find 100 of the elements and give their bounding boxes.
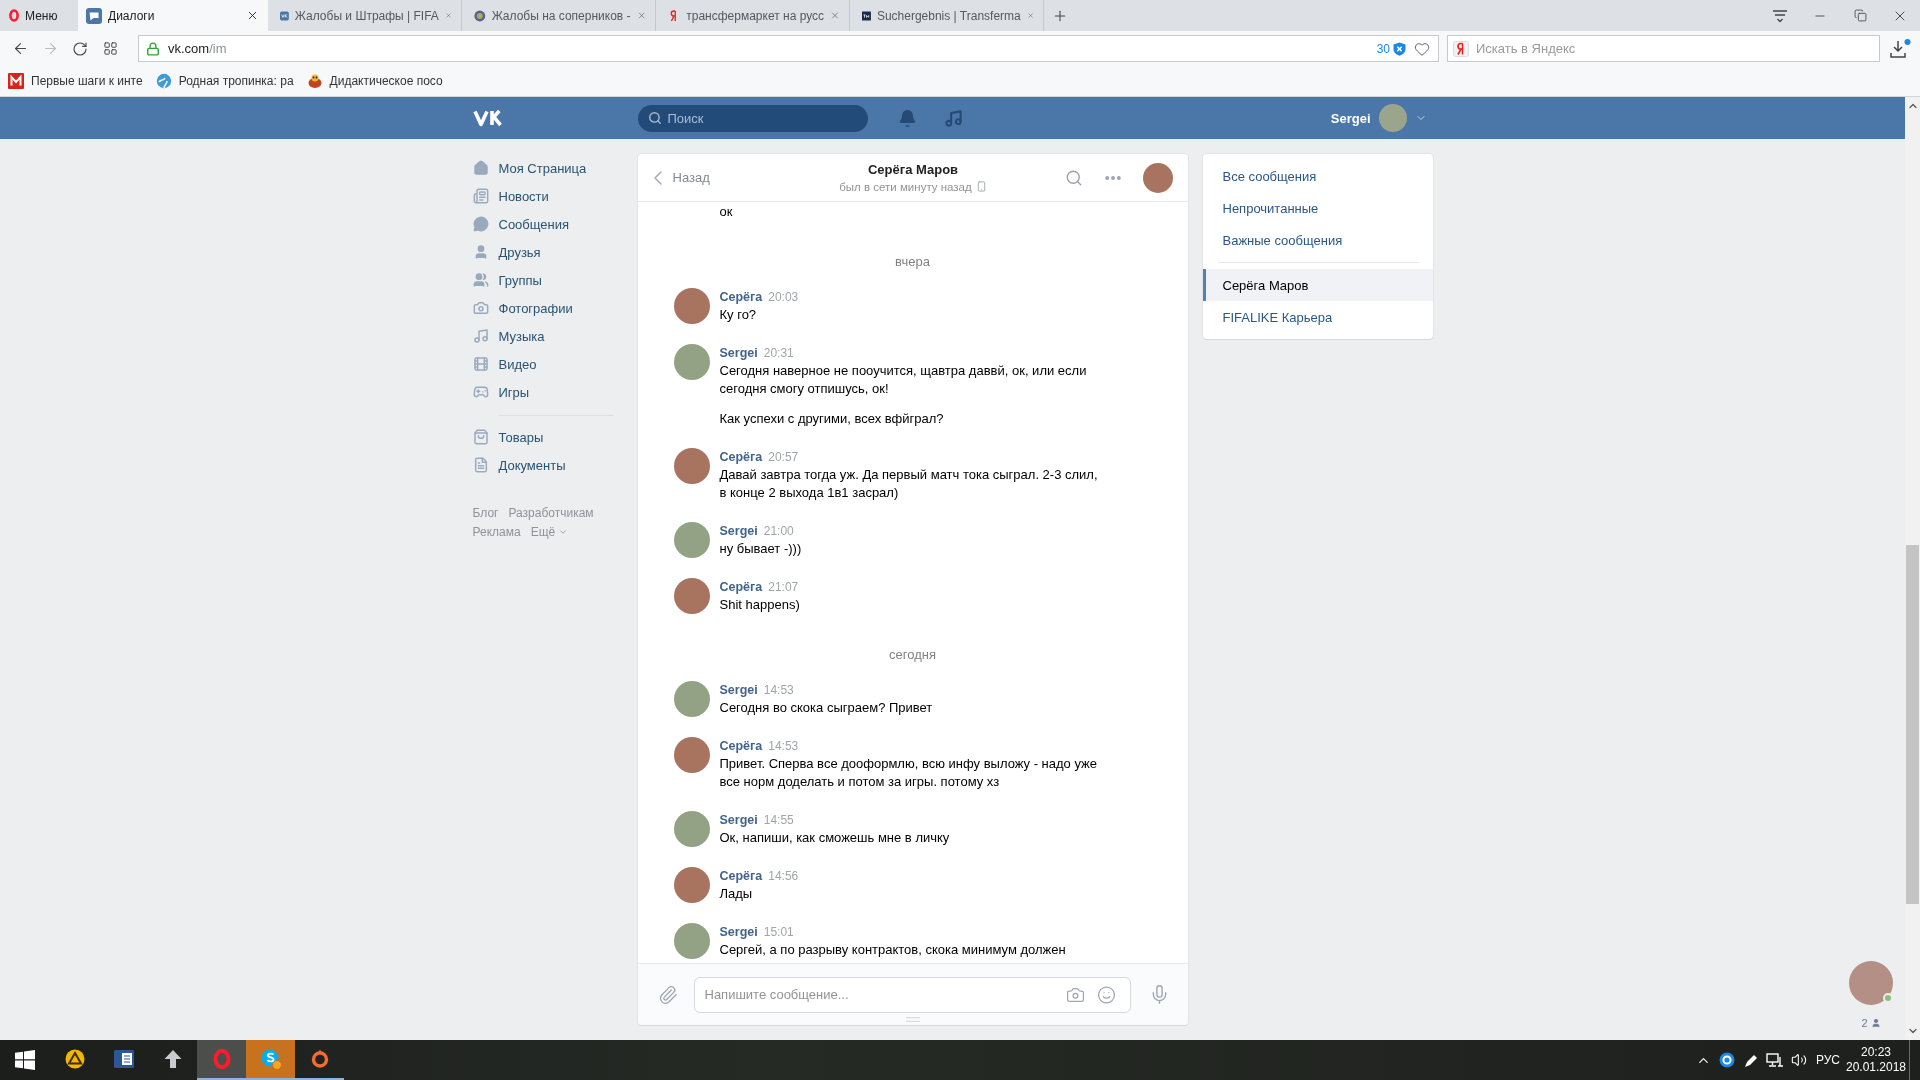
bell-icon[interactable] <box>897 108 917 128</box>
paperclip-icon[interactable] <box>657 984 678 1005</box>
sidebar-item[interactable]: Фотографии <box>472 294 623 322</box>
language-indicator[interactable]: РУС <box>1811 1053 1845 1067</box>
message-text: Сегодня во скока сыграем? Привет <box>719 699 933 717</box>
author-name[interactable]: Sergei <box>719 811 758 829</box>
conversation-item[interactable]: Серёга Маров <box>1202 269 1433 301</box>
conversation-item[interactable]: FIFALIKE Карьера <box>1202 301 1433 333</box>
browser-tab[interactable]: Диалоги <box>78 0 268 31</box>
message-time: 14:55 <box>763 812 794 829</box>
reload-icon[interactable] <box>72 40 88 57</box>
message-text: ок <box>719 203 733 221</box>
bookmark[interactable]: Родная тропинка: ра <box>155 73 294 89</box>
date-divider: вчера <box>895 253 930 271</box>
chevron-down-icon <box>558 527 569 537</box>
user-menu-button[interactable]: Sergei <box>1330 104 1427 132</box>
avatar[interactable] <box>673 448 710 484</box>
author-name[interactable]: Sergei <box>719 681 758 699</box>
sidebar-item[interactable]: Моя Страница <box>472 154 623 182</box>
favicon-icon <box>155 73 172 89</box>
resize-handle-icon[interactable] <box>905 1017 920 1022</box>
author-name[interactable]: Серёга <box>719 578 763 596</box>
start-icon[interactable] <box>15 1050 35 1070</box>
author-name[interactable]: Серёга <box>719 737 763 755</box>
avatar[interactable] <box>673 867 710 903</box>
author-name[interactable]: Sergei <box>719 522 758 540</box>
taskbar-button[interactable] <box>197 1040 246 1080</box>
author-name[interactable]: Sergei <box>719 344 758 362</box>
author-name[interactable]: Серёга <box>719 867 763 885</box>
camera-icon[interactable] <box>1065 985 1085 1004</box>
sidebar-item[interactable]: Музыка <box>472 322 623 350</box>
grid-icon[interactable] <box>102 41 118 56</box>
contact-avatar[interactable] <box>1142 162 1173 193</box>
bookmark[interactable]: Первые шаги к инте <box>8 73 143 89</box>
avatar[interactable] <box>673 522 710 558</box>
scrollbar-thumb[interactable] <box>1906 545 1919 904</box>
camera-icon <box>472 300 489 316</box>
search-icon <box>647 111 662 125</box>
avatar[interactable] <box>673 737 710 773</box>
avatar[interactable] <box>673 288 710 324</box>
music-note-icon <box>472 328 489 344</box>
message-time: 20:31 <box>763 345 794 362</box>
chevron-left-icon <box>653 170 662 185</box>
avatar[interactable] <box>673 811 710 847</box>
message-time: 15:01 <box>763 924 794 941</box>
author-name[interactable]: Серёга <box>719 448 763 466</box>
favicon-icon <box>1453 40 1469 57</box>
document-icon <box>472 457 489 473</box>
restore-icon[interactable] <box>1853 9 1867 22</box>
sidebar-item[interactable]: Игры <box>472 378 623 406</box>
sidebar-item[interactable]: Новости <box>472 182 623 210</box>
avatar[interactable] <box>673 344 710 380</box>
ad-block-button[interactable]: 30 <box>1376 41 1406 56</box>
message-time: 21:00 <box>763 523 794 540</box>
sidebar-item[interactable]: Товары <box>472 423 623 451</box>
filter-item[interactable]: Непрочитанные <box>1202 192 1433 224</box>
back-button[interactable]: Назад <box>653 170 710 185</box>
url-text[interactable]: vk.com/im <box>168 41 1369 56</box>
avatar[interactable] <box>673 578 710 614</box>
sidebar-item[interactable]: Видео <box>472 350 623 378</box>
download-icon[interactable] <box>1889 38 1911 59</box>
message-text: Shit happens) <box>719 596 800 614</box>
sidebar-item[interactable]: Сообщения <box>472 210 623 238</box>
scrollbar[interactable] <box>1905 97 1920 1040</box>
message-field[interactable]: Напишите сообщение... <box>693 976 1131 1013</box>
chat-title[interactable]: Серёга Маров <box>867 161 959 178</box>
message-time: 21:07 <box>768 579 799 596</box>
sidebar-item[interactable]: Группы <box>472 266 623 294</box>
avatar[interactable] <box>1849 961 1893 1005</box>
author-name[interactable]: Серёга <box>719 288 763 306</box>
heart-icon[interactable] <box>1414 40 1430 57</box>
filter-item[interactable]: Важные сообщения <box>1202 224 1433 256</box>
network-icon[interactable] <box>1766 1052 1784 1068</box>
tab-menu-icon[interactable] <box>1772 8 1788 23</box>
search-field[interactable]: Искать в Яндекс <box>1447 35 1880 62</box>
close-icon[interactable] <box>246 9 259 22</box>
pen-icon[interactable] <box>1744 1053 1758 1067</box>
volume-icon[interactable] <box>1791 1052 1807 1068</box>
home-icon <box>472 160 489 176</box>
music-note-icon[interactable] <box>943 108 963 128</box>
sidebar-item[interactable]: Документы <box>472 451 623 479</box>
filter-item[interactable]: Все сообщения <box>1202 160 1433 192</box>
document-icon[interactable] <box>112 1048 135 1070</box>
disc-icon[interactable] <box>1719 1052 1735 1068</box>
menu-button[interactable]: Меню <box>0 0 76 31</box>
ring-icon <box>9 9 19 22</box>
search-field[interactable]: Поиск <box>637 104 868 132</box>
avatar[interactable] <box>673 923 710 959</box>
film-icon <box>472 356 489 372</box>
sidebar-item[interactable]: Друзья <box>472 238 623 266</box>
phone-icon <box>975 181 987 192</box>
clock[interactable]: 20:23 20.01.2018 <box>1845 1045 1907 1075</box>
address-field[interactable]: vk.com/im 30 <box>138 35 1439 62</box>
user-avatar <box>1378 104 1407 132</box>
smile-icon[interactable] <box>1096 985 1116 1004</box>
search-icon[interactable] <box>1064 168 1083 187</box>
people-icon <box>472 272 489 288</box>
author-name[interactable]: Sergei <box>719 923 758 941</box>
avatar[interactable] <box>673 681 710 717</box>
bookmark[interactable]: Дидактическое посо <box>306 73 443 89</box>
